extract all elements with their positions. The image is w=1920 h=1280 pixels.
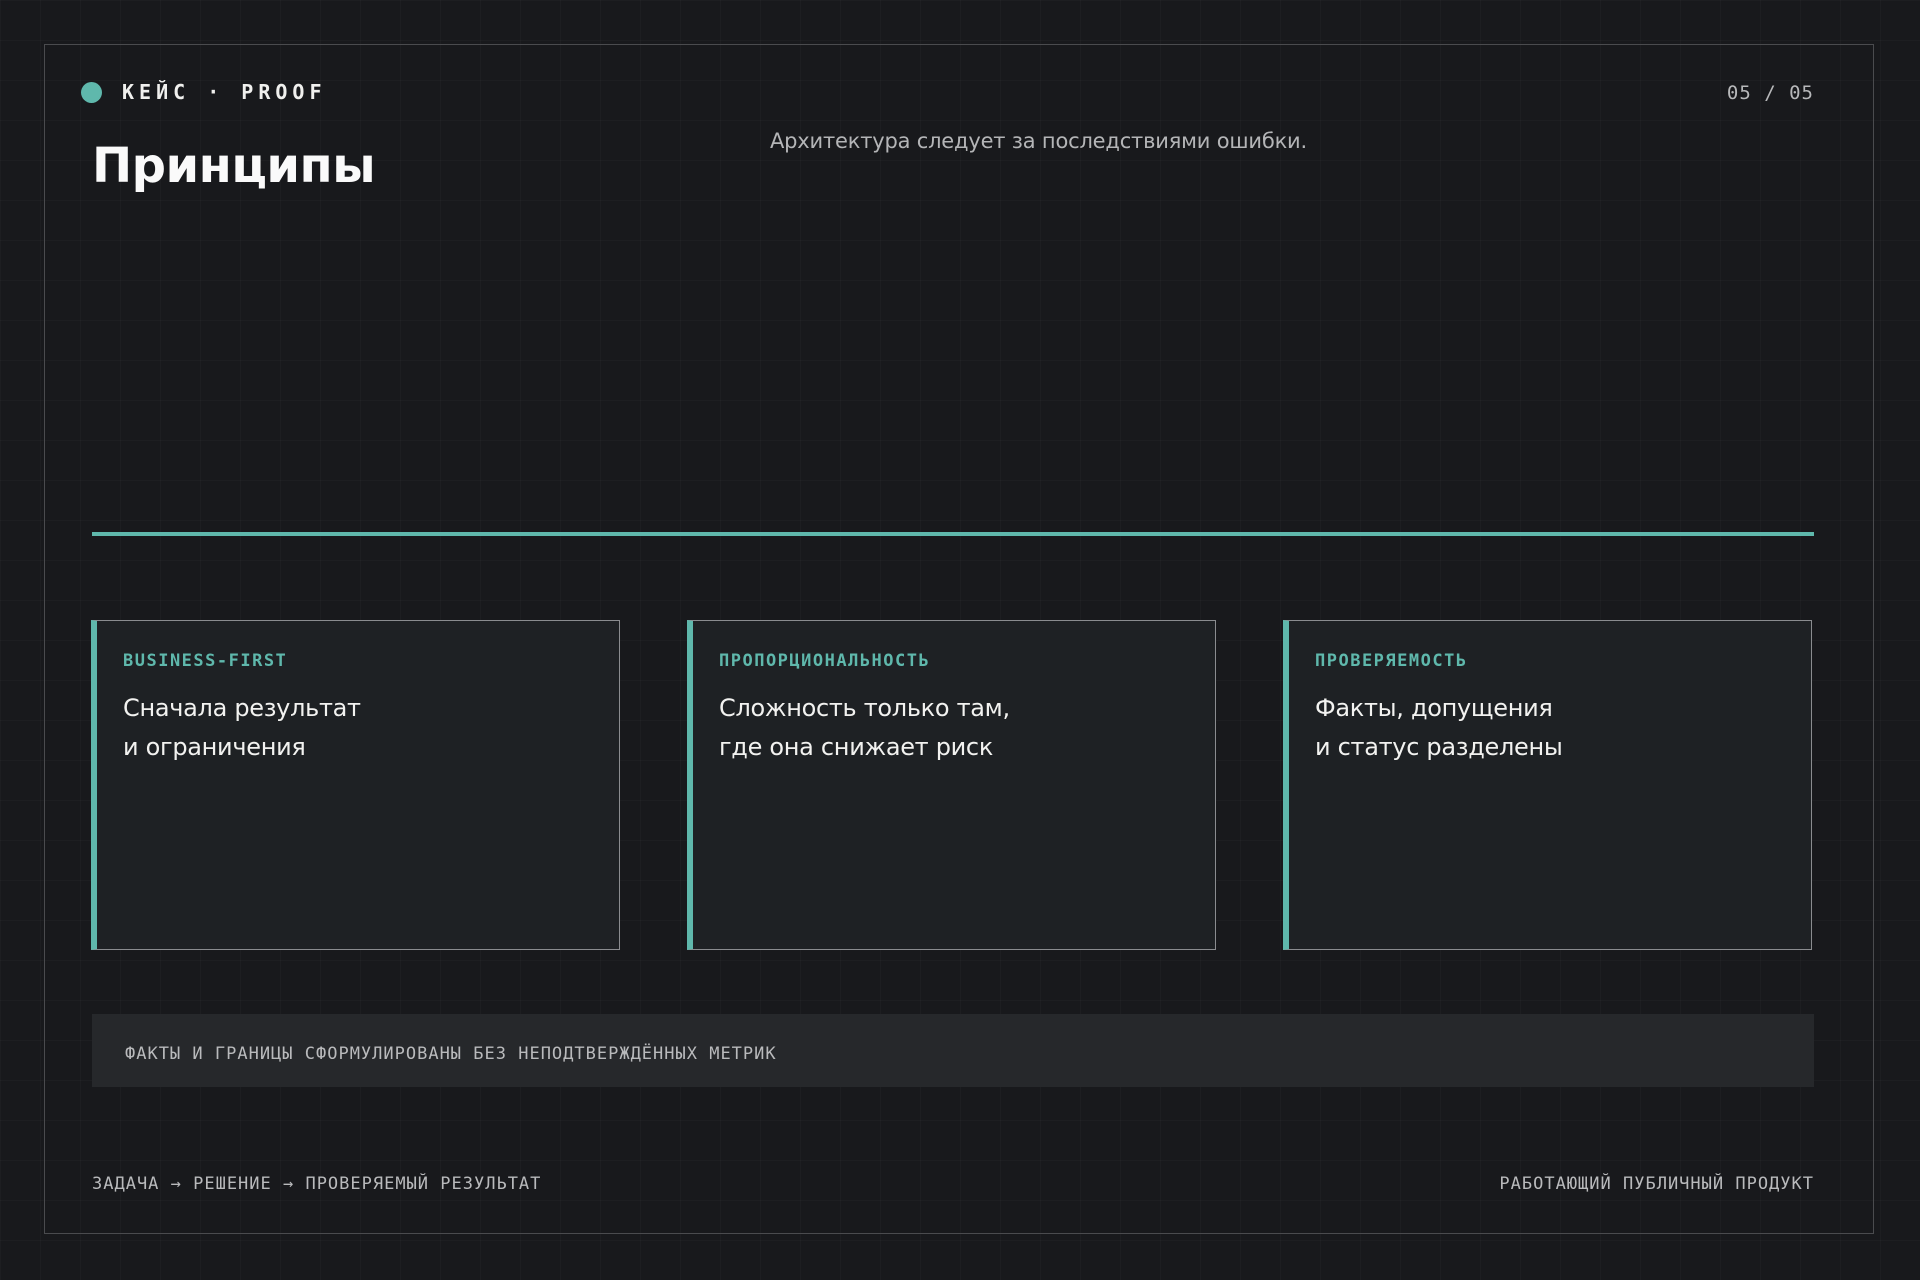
- page-subtitle: Архитектура следует за последствиями оши…: [770, 129, 1307, 153]
- principle-card-proportionality: ПРОПОРЦИОНАЛЬНОСТЬ Сложность только там,…: [687, 620, 1216, 950]
- card-text: Факты, допущения и статус разделены: [1315, 689, 1795, 767]
- brand: КЕЙС · PROOF: [81, 80, 327, 104]
- card-text-line: Сначала результат: [123, 694, 361, 722]
- page-title: Принципы: [92, 138, 376, 194]
- principle-card-business-first: BUSINESS-FIRST Сначала результат и огран…: [91, 620, 620, 950]
- footer-flow: ЗАДАЧА → РЕШЕНИЕ → ПРОВЕРЯЕМЫЙ РЕЗУЛЬТАТ: [92, 1174, 542, 1194]
- card-text: Сначала результат и ограничения: [123, 689, 603, 767]
- brand-dot-icon: [81, 81, 102, 103]
- card-text-line: Факты, допущения: [1315, 694, 1553, 722]
- notice-banner: ФАКТЫ И ГРАНИЦЫ СФОРМУЛИРОВАНЫ БЕЗ НЕПОД…: [92, 1014, 1814, 1087]
- notice-text: ФАКТЫ И ГРАНИЦЫ СФОРМУЛИРОВАНЫ БЕЗ НЕПОД…: [125, 1044, 777, 1064]
- card-label: ПРОВЕРЯЕМОСТЬ: [1315, 651, 1468, 671]
- page-counter: 05 / 05: [1726, 82, 1814, 104]
- card-text: Сложность только там, где она снижает ри…: [719, 689, 1199, 767]
- footer-tagline: РАБОТАЮЩИЙ ПУБЛИЧНЫЙ ПРОДУКТ: [1499, 1174, 1814, 1194]
- card-text-line: и ограничения: [123, 733, 306, 761]
- card-text-line: где она снижает риск: [719, 733, 994, 761]
- card-label: ПРОПОРЦИОНАЛЬНОСТЬ: [719, 651, 931, 671]
- card-text-line: Сложность только там,: [719, 694, 1010, 722]
- card-text-line: и статус разделены: [1315, 733, 1563, 761]
- brand-label: КЕЙС · PROOF: [122, 80, 327, 104]
- principle-card-verifiability: ПРОВЕРЯЕМОСТЬ Факты, допущения и статус …: [1283, 620, 1812, 950]
- accent-divider: [92, 532, 1814, 536]
- card-label: BUSINESS-FIRST: [123, 651, 288, 671]
